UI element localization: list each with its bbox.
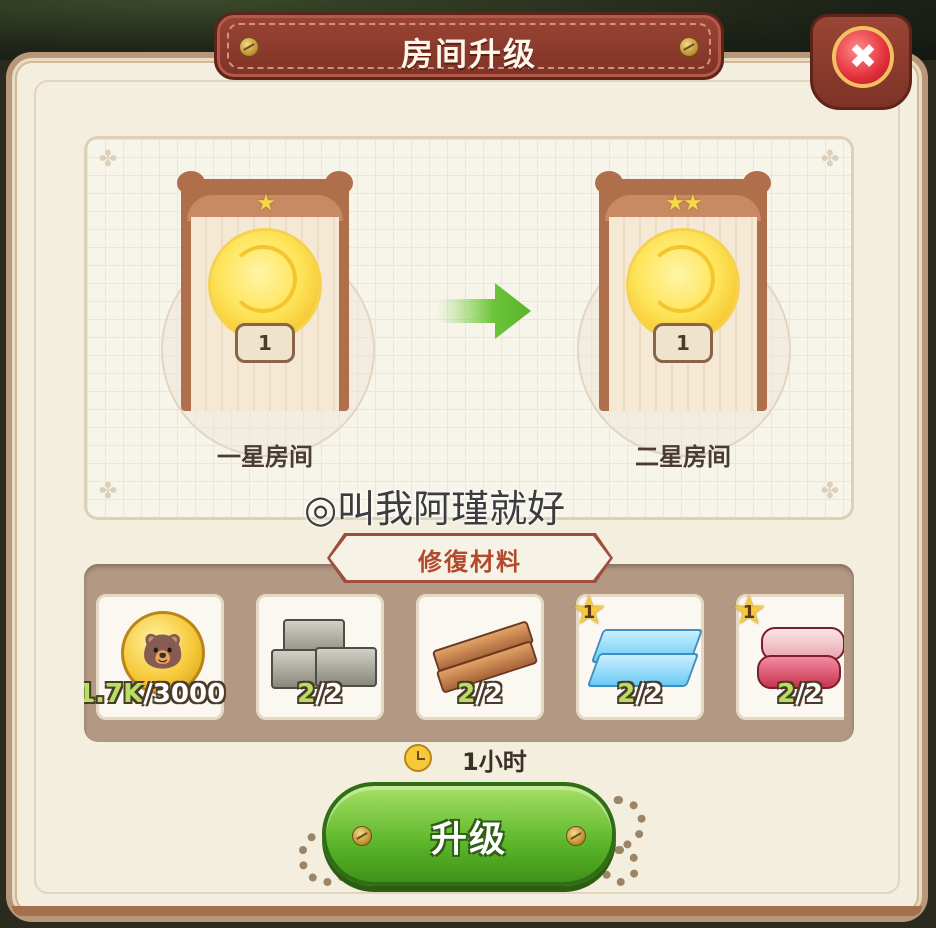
material-slot-cloth[interactable]: ★ 1 2/2 [731,589,844,720]
upgrade-button-label: 升级 [430,819,507,860]
material-slot-stone[interactable]: 2/2 [256,594,384,720]
arrow-right-icon [437,283,531,339]
material-slot-wood[interactable]: 2/2 [416,594,544,720]
material-quantity: 2/2 [617,679,663,709]
room-level-tag: 1 [653,323,713,363]
ornament-icon: ✤ [820,479,840,504]
current-room-label: 一星房间 [217,443,313,471]
ornament-icon: ✤ [98,147,118,172]
timer-value: 1小时 [462,748,527,776]
star-icon: ★ [256,191,276,216]
dialog-title: 房间升级 [400,35,537,73]
title-banner: 房间升级 [214,12,724,80]
room-preview: ✤ ✤ ✤ ✤ ★ 1 一星房间 ★★ 1 二星房间 [84,136,854,520]
material-slot-coin[interactable]: 🐻 31.7K/3000 [84,594,225,720]
clock-icon [404,744,432,772]
ornament-icon: ✤ [820,147,840,172]
close-icon: ✖ [848,37,878,77]
level-star-icon: ★ 1 [571,588,607,634]
materials-header: 修復材料 [327,533,613,583]
material-quantity: 2/2 [297,679,343,709]
upgrade-button[interactable]: 升级 [322,782,616,886]
watermark: ◎叫我阿瑾就好 [304,487,566,531]
material-quantity: 2/2 [777,679,823,709]
next-room-card: ★★ 1 [595,169,771,414]
materials-title: 修復材料 [418,548,522,576]
close-button[interactable]: ✖ [832,26,894,88]
ornament-icon: ✤ [98,479,118,504]
materials-panel: 🐻 31.7K/3000 2/2 2/2 ★1 2/2 ★1 2/2 [84,564,854,742]
current-room-card: ★ 1 [177,169,353,414]
material-quantity: 31.7K/3000 [84,679,226,709]
level-star-icon: ★ 1 [731,588,767,634]
room-level-tag: 1 [235,323,295,363]
next-room-label: 二星房间 [635,443,731,471]
material-quantity: 2/2 [457,679,503,709]
star-icon: ★★ [665,191,702,216]
material-slot-glass[interactable]: ★ 1 2/2 [571,589,704,720]
